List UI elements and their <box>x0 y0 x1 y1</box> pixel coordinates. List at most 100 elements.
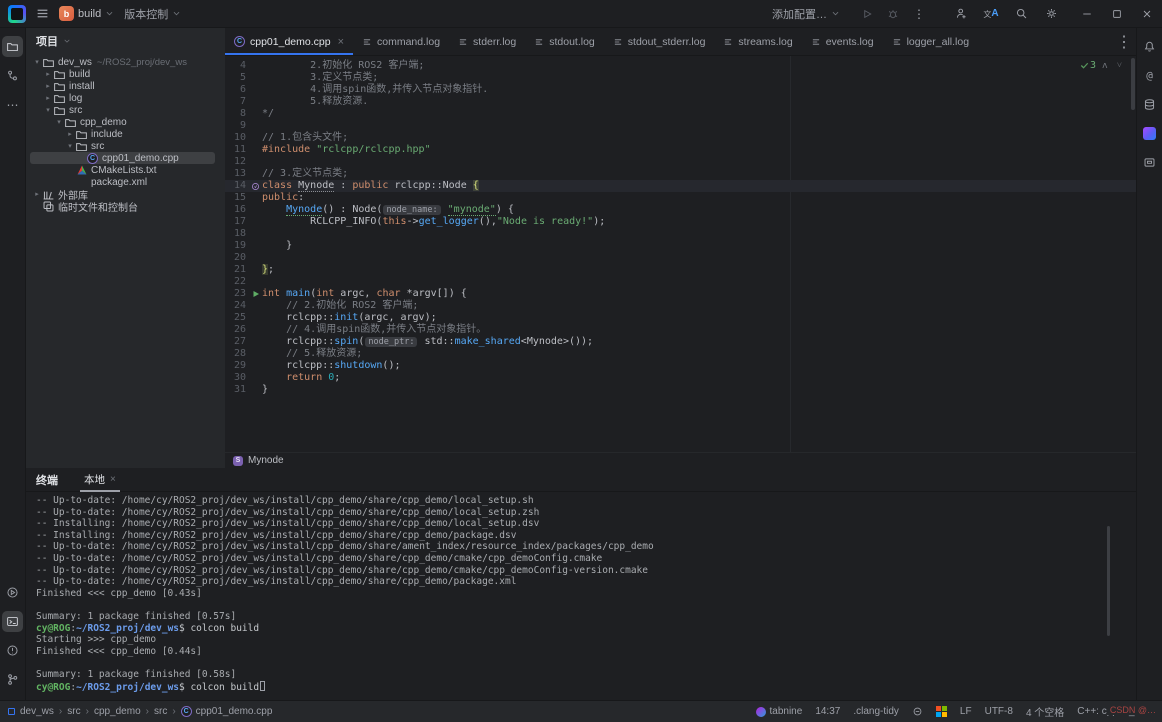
titlebar-left: b build 版本控制 <box>8 5 181 23</box>
chevron-right-icon[interactable]: ▸ <box>43 82 53 90</box>
chevron-right-icon[interactable]: ▸ <box>65 130 75 138</box>
chevron-down-icon <box>105 9 114 18</box>
breadcrumb-cpp_demo[interactable]: cpp_demo <box>94 706 141 717</box>
hamburger-menu-button[interactable] <box>36 7 49 20</box>
clang-tidy-status[interactable]: .clang-tidy <box>853 706 899 717</box>
log-file-icon <box>458 37 468 47</box>
tree-item-临时文件和控制台[interactable]: 临时文件和控制台 <box>30 200 215 212</box>
terminal-tool-button[interactable] <box>2 611 23 632</box>
chevron-down-icon[interactable]: ▾ <box>54 118 64 126</box>
tab-logger_all.log[interactable]: logger_all.log <box>883 28 978 55</box>
tree-item-dev_ws[interactable]: ▾dev_ws~/ROS2_proj/dev_ws <box>30 56 215 68</box>
inlay-hint: node_name: <box>383 205 440 215</box>
inspection-widget[interactable]: 3 ʌ ˅ <box>1080 60 1124 71</box>
sticky-context-bar[interactable]: S Mynode <box>225 452 1136 468</box>
breadcrumb-dev_ws[interactable]: dev_ws <box>20 706 54 717</box>
project-tool-button[interactable] <box>2 36 23 57</box>
project-panel-header[interactable]: 项目 <box>26 28 225 54</box>
close-icon[interactable]: × <box>110 474 116 485</box>
close-icon[interactable]: × <box>338 36 344 48</box>
chevron-down-icon[interactable]: ▾ <box>65 142 75 150</box>
terminal-tab-label: 本地 <box>84 472 105 487</box>
close-icon <box>1141 8 1153 20</box>
run-config-selector[interactable]: 添加配置… <box>772 6 840 22</box>
code-line-21: 21}; <box>225 264 1136 276</box>
tab-options-button[interactable]: ⋮ <box>1112 28 1136 55</box>
code-line-24: 24 // 2.初始化 ROS2 客户端; <box>225 300 1136 312</box>
editor-tabbar: Ccpp01_demo.cpp×command.logstderr.logstd… <box>225 28 1136 56</box>
clangd-status-icon <box>912 706 923 717</box>
indent-status[interactable]: 4 个空格 <box>1026 704 1064 719</box>
editor-scrollbar[interactable] <box>1131 58 1135 110</box>
project-widget[interactable]: b build <box>59 6 114 21</box>
tree-item-cpp_demo[interactable]: ▾cpp_demo <box>30 116 215 128</box>
tab-stdout.log[interactable]: stdout.log <box>525 28 604 55</box>
tab-stdout_stderr.log[interactable]: stdout_stderr.log <box>604 28 715 55</box>
tree-item-include[interactable]: ▸include <box>30 128 215 140</box>
database-tool-button[interactable] <box>1139 94 1160 115</box>
problems-tool-button[interactable] <box>2 640 23 661</box>
commit-tool-button[interactable] <box>2 65 23 86</box>
more-actions-button[interactable]: ⋮ <box>906 2 932 26</box>
breadcrumb-src[interactable]: src <box>154 706 167 717</box>
sticky-class-name: Mynode <box>248 455 284 466</box>
plugin-tool-button[interactable] <box>1139 123 1160 144</box>
tree-item-CMakeLists.txt[interactable]: CMakeLists.txt <box>30 164 215 176</box>
tab-cpp01_demo.cpp[interactable]: Ccpp01_demo.cpp× <box>225 28 353 55</box>
tree-item-src[interactable]: ▾src <box>30 104 215 116</box>
input-method-status[interactable] <box>936 706 947 717</box>
chevron-right-icon[interactable]: ▸ <box>32 190 42 198</box>
tab-events.log[interactable]: events.log <box>802 28 883 55</box>
run-gutter-icon[interactable] <box>252 290 260 298</box>
chevron-down-icon[interactable]: ▾ <box>32 58 42 66</box>
terminal-scrollbar[interactable] <box>1107 526 1110 636</box>
encoding-status[interactable]: UTF-8 <box>985 706 1013 717</box>
vcs-widget[interactable]: 版本控制 <box>124 6 181 22</box>
chevron-right-icon[interactable]: ▸ <box>43 70 53 78</box>
notifications-button[interactable] <box>1139 36 1160 57</box>
close-button[interactable] <box>1132 0 1162 28</box>
code-line-19: 19 } <box>225 240 1136 252</box>
tree-item-install[interactable]: ▸install <box>30 80 215 92</box>
code-line-16: 16 Mynode() : Node(node_name: "mynode") … <box>225 204 1136 216</box>
bookmarks-tool-button[interactable] <box>1139 152 1160 173</box>
chevron-down-icon[interactable]: ▾ <box>43 106 53 114</box>
settings-button[interactable] <box>1038 2 1064 26</box>
ai-assistant-button[interactable]: @ <box>1139 65 1160 86</box>
csdn-watermark: CSDN @… <box>1107 705 1156 715</box>
terminal-line: -- Installing: /home/cy/ROS2_proj/dev_ws… <box>36 518 1136 530</box>
tree-item-build[interactable]: ▸build <box>30 68 215 80</box>
run-tool-button[interactable] <box>2 582 23 603</box>
tabnine-status[interactable]: tabnine <box>756 706 803 717</box>
tree-item-cpp01_demo.cpp[interactable]: Ccpp01_demo.cpp <box>30 152 215 164</box>
maximize-button[interactable] <box>1102 0 1132 28</box>
code-with-me-button[interactable] <box>948 2 974 26</box>
clock-status[interactable]: 14:37 <box>815 706 840 717</box>
tab-streams.log[interactable]: streams.log <box>714 28 801 55</box>
terminal-output[interactable]: -- Up-to-date: /home/cy/ROS2_proj/dev_ws… <box>26 492 1136 700</box>
clangd-status[interactable] <box>912 706 923 717</box>
search-everywhere-button[interactable] <box>1008 2 1034 26</box>
inspection-nav-arrows[interactable]: ʌ ˅ <box>1102 60 1124 71</box>
debug-button[interactable] <box>880 2 906 26</box>
more-tool-windows-button[interactable]: ⋯ <box>2 94 23 115</box>
git-tool-button[interactable] <box>2 669 23 690</box>
tree-item-src[interactable]: ▾src <box>30 140 215 152</box>
tree-item-log[interactable]: ▸log <box>30 92 215 104</box>
code-editor[interactable]: 4 2.初始化 ROS2 客户端;5 3.定义节点类;6 4.调用spin函数,… <box>225 56 1136 452</box>
terminal-line: -- Up-to-date: /home/cy/ROS2_proj/dev_ws… <box>36 576 1136 588</box>
tab-command.log[interactable]: command.log <box>353 28 449 55</box>
terminal-line: -- Up-to-date: /home/cy/ROS2_proj/dev_ws… <box>36 495 1136 507</box>
terminal-tab-local[interactable]: 本地 × <box>80 468 120 492</box>
run-button[interactable] <box>854 2 880 26</box>
translate-button[interactable]: 文A <box>978 2 1004 26</box>
tab-stderr.log[interactable]: stderr.log <box>449 28 525 55</box>
breadcrumb-src[interactable]: src <box>67 706 80 717</box>
code-text: */ <box>262 108 274 120</box>
breadcrumb-cpp01_demo.cpp[interactable]: Ccpp01_demo.cpp <box>181 706 273 717</box>
class-gutter-icon[interactable] <box>251 182 260 191</box>
line-ending-status[interactable]: LF <box>960 706 972 717</box>
minimize-button[interactable] <box>1072 0 1102 28</box>
run-actions: ⋮ <box>854 2 932 26</box>
chevron-right-icon[interactable]: ▸ <box>43 94 53 102</box>
